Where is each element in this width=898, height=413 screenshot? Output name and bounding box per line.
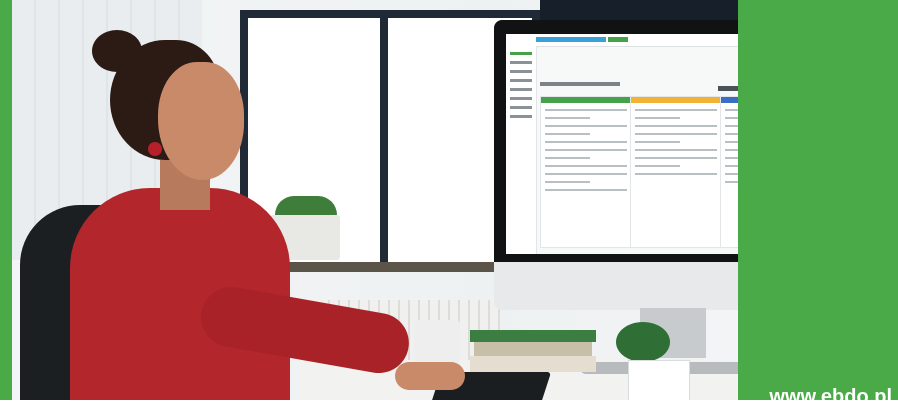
green-frame-left <box>0 0 12 413</box>
sidebar-item <box>510 106 532 109</box>
woman-hair-bun <box>92 30 142 72</box>
window-mullion <box>380 10 388 270</box>
sidebar-item <box>510 115 532 118</box>
sidebar-item <box>510 79 532 82</box>
sidebar-item <box>510 52 532 55</box>
website-url: www.ebdo.pl <box>769 386 892 408</box>
column-header <box>541 97 631 103</box>
book-stack <box>470 330 596 374</box>
woman-hand <box>395 362 465 390</box>
mug <box>414 320 460 368</box>
green-frame-right <box>738 0 898 413</box>
desk-plant <box>616 322 670 362</box>
app-column-yellow <box>630 96 722 248</box>
app-column-green <box>540 96 632 248</box>
sidebar-item <box>510 70 532 73</box>
sidebar-item <box>510 97 532 100</box>
sidebar-item <box>510 61 532 64</box>
app-tab <box>536 37 606 42</box>
sidebar-item <box>510 88 532 91</box>
column-header <box>631 97 721 103</box>
photo-scene: www.ebdo.pl <box>0 0 898 413</box>
app-sidebar <box>506 46 537 254</box>
app-page-title <box>540 82 620 86</box>
woman-face <box>158 62 244 180</box>
app-tab <box>608 37 628 42</box>
earring <box>148 142 162 156</box>
